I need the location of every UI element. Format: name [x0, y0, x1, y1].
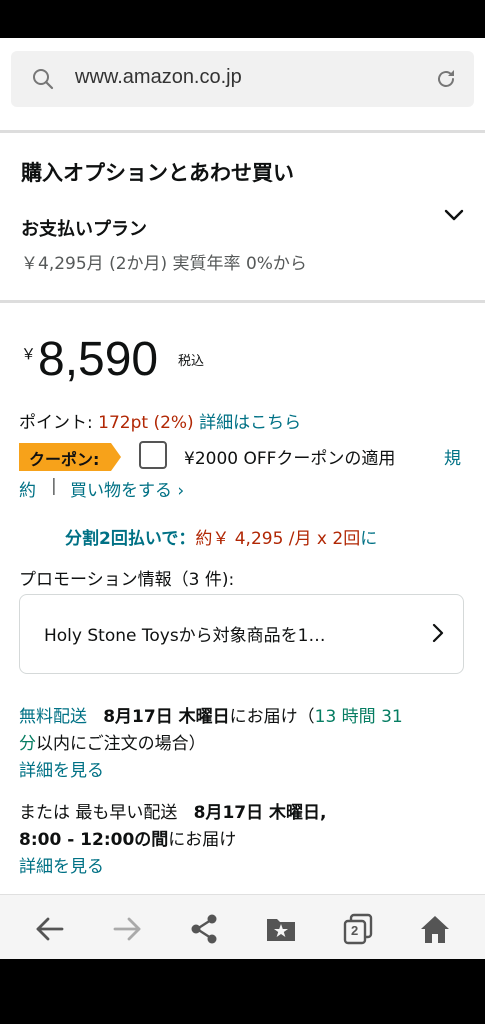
- search-icon: [33, 69, 54, 90]
- delivery-line: 無料配送 8月17日 木曜日にお届け（13 時間 31: [19, 702, 403, 727]
- system-nav-bar: [0, 959, 485, 1024]
- back-icon[interactable]: [34, 913, 66, 945]
- home-icon[interactable]: [419, 913, 451, 945]
- points-percent: (2%): [153, 413, 194, 433]
- coupon-badge: クーポン:: [19, 443, 111, 471]
- section-title: 購入オプションとあわせ買い: [21, 161, 294, 185]
- points-details-link[interactable]: 詳細はこちら: [199, 413, 301, 433]
- chevron-right-icon: [432, 623, 444, 643]
- divider: [0, 130, 485, 133]
- coupon-terms-link[interactable]: 規: [444, 444, 461, 469]
- installment-label: 分割2回払いで：: [65, 529, 196, 549]
- browser-screen: www.amazon.co.jp 購入オプションとあわせ買い お支払いプラン ￥…: [0, 38, 485, 959]
- fast-delivery-details-link[interactable]: 詳細を見る: [19, 852, 104, 877]
- delivery-suffix: にお届け（: [229, 707, 315, 727]
- tax-note: 税込: [178, 354, 205, 369]
- fast-delivery-time: 8:00 - 12:00の間: [19, 830, 169, 850]
- tabs-count: 2: [351, 923, 359, 938]
- divider: [0, 300, 485, 303]
- share-icon[interactable]: [188, 913, 220, 945]
- status-bar: [0, 0, 485, 38]
- countdown-unit: 分: [19, 734, 36, 754]
- url-text[interactable]: www.amazon.co.jp: [75, 66, 242, 89]
- fast-delivery-suffix: にお届け: [168, 830, 237, 850]
- fast-delivery-date: 8月17日 木曜日,: [193, 803, 327, 823]
- forward-icon[interactable]: [111, 913, 143, 945]
- bookmark-icon[interactable]: [265, 913, 297, 945]
- shop-link[interactable]: 買い物をする ›: [70, 476, 184, 501]
- fast-delivery-line: 8:00 - 12:00の間にお届け: [19, 825, 236, 850]
- installment-suffix: に: [360, 529, 378, 549]
- reload-icon[interactable]: [434, 67, 458, 91]
- order-suffix: 以内にご注文の場合）: [36, 734, 206, 754]
- delivery-date: 8月17日 木曜日: [103, 707, 230, 727]
- fast-delivery-prefix: または 最も早い配送: [19, 803, 178, 823]
- browser-toolbar: 2: [0, 894, 485, 959]
- fast-delivery-line: または 最も早い配送 8月17日 木曜日,: [19, 798, 327, 823]
- price-amount: 8,590: [38, 333, 159, 386]
- address-bar[interactable]: www.amazon.co.jp: [11, 51, 474, 107]
- chevron-down-icon[interactable]: [443, 204, 465, 226]
- coupon-badge-notch: [111, 443, 121, 471]
- delivery-details-link[interactable]: 詳細を見る: [19, 756, 104, 781]
- delivery-line: 分以内にご注文の場合）: [19, 729, 206, 754]
- promo-label: プロモーション情報（3 件):: [19, 570, 235, 590]
- coupon-badge-label: クーポン:: [29, 450, 100, 469]
- promo-text: Holy Stone Toysから対象商品を1…: [44, 626, 326, 646]
- link-separator: |: [51, 476, 57, 496]
- coupon-terms-link[interactable]: 約: [19, 476, 36, 501]
- installment-row: 分割2回払いで：約￥ 4,295 /月 x 2回に: [65, 524, 377, 549]
- coupon-text: ¥2000 OFFクーポンの適用: [184, 449, 396, 469]
- tabs-icon[interactable]: 2: [342, 913, 374, 945]
- points-row: ポイント: 172pt (2%) 詳細はこちら: [19, 408, 301, 433]
- payment-plan-summary[interactable]: ￥4,295月 (2か月) 実質年率 0%から: [21, 249, 307, 274]
- installment-amount: 約￥ 4,295 /月 x 2回: [195, 529, 361, 549]
- points-label: ポイント:: [19, 413, 99, 433]
- points-value: 172pt: [98, 413, 149, 433]
- coupon-checkbox[interactable]: [139, 441, 167, 469]
- payment-plan-label[interactable]: お支払いプラン: [21, 215, 147, 241]
- promo-card[interactable]: Holy Stone Toysから対象商品を1…: [19, 594, 464, 674]
- free-shipping-label[interactable]: 無料配送: [19, 707, 87, 727]
- currency-symbol: ￥: [21, 345, 37, 363]
- countdown: 13 時間 31: [314, 707, 403, 727]
